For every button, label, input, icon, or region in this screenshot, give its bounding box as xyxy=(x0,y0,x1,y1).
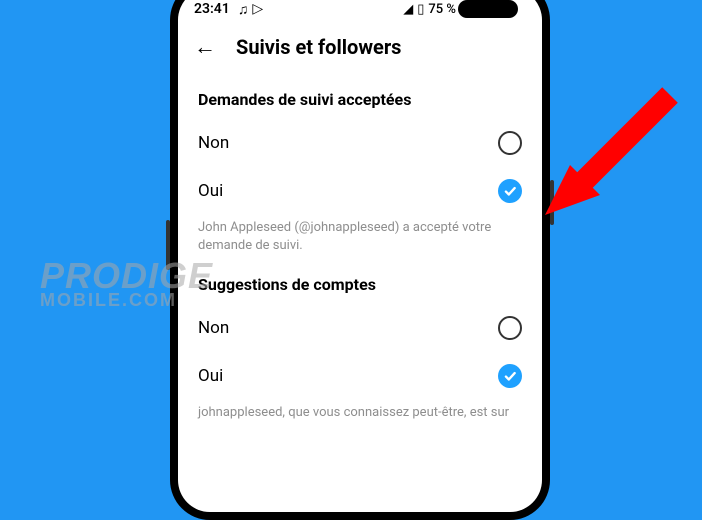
signal-icon: ◢ xyxy=(403,2,413,17)
option-label: Non xyxy=(198,133,229,153)
status-icons-left: ♫ ▷ xyxy=(238,1,263,18)
music-icon: ♫ xyxy=(238,1,249,18)
option-row-suggestions-yes[interactable]: Oui xyxy=(198,352,522,400)
radio-selected-icon[interactable] xyxy=(498,179,522,203)
radio-selected-icon[interactable] xyxy=(498,364,522,388)
option-label: Oui xyxy=(198,181,223,201)
status-time: 23:41 xyxy=(194,1,230,17)
battery-percent: 75 % xyxy=(428,2,456,17)
phone-screen: 23:41 ♫ ▷ ◢ ▯ 75 % ← Suivis et followers… xyxy=(178,0,542,512)
page-header: ← Suivis et followers xyxy=(178,24,542,74)
camera-cutout xyxy=(458,0,518,18)
annotation-arrow xyxy=(540,75,690,229)
section-title-follow-requests: Demandes de suivi acceptées xyxy=(198,90,522,109)
settings-content: Demandes de suivi acceptées Non Oui John… xyxy=(178,90,542,423)
section-title-account-suggestions: Suggestions de comptes xyxy=(198,275,522,294)
section-description: johnappleseed, que vous connaissez peut-… xyxy=(198,404,522,422)
phone-power-button xyxy=(550,180,554,225)
option-row-suggestions-no[interactable]: Non xyxy=(198,304,522,352)
option-row-follow-no[interactable]: Non xyxy=(198,119,522,167)
option-label: Non xyxy=(198,318,229,338)
radio-unselected-icon[interactable] xyxy=(498,316,522,340)
battery-icon: ▯ xyxy=(417,2,424,17)
section-description: John Appleseed (@johnappleseed) a accept… xyxy=(198,219,522,255)
phone-frame: 23:41 ♫ ▷ ◢ ▯ 75 % ← Suivis et followers… xyxy=(170,0,550,520)
status-icons-right: ◢ ▯ 75 % xyxy=(403,2,456,17)
option-row-follow-yes[interactable]: Oui xyxy=(198,167,522,215)
play-icon: ▷ xyxy=(252,1,263,17)
option-label: Oui xyxy=(198,366,223,386)
page-title: Suivis et followers xyxy=(236,35,401,59)
radio-unselected-icon[interactable] xyxy=(498,131,522,155)
back-arrow-icon[interactable]: ← xyxy=(194,34,216,60)
